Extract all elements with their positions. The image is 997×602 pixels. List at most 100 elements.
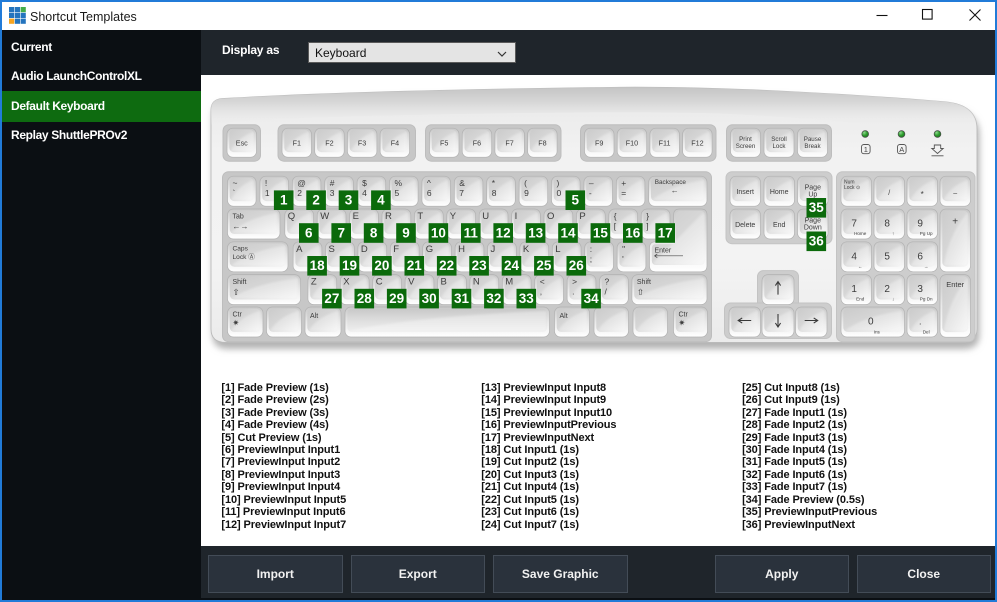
- svg-text:G: G: [426, 244, 433, 255]
- svg-text:↓: ↓: [892, 297, 894, 302]
- svg-text:F2: F2: [325, 139, 333, 148]
- svg-text:25: 25: [536, 258, 552, 273]
- svg-text:?: ?: [605, 277, 610, 287]
- svg-text:<: <: [540, 277, 545, 287]
- svg-text:7: 7: [459, 188, 464, 198]
- svg-text:F5: F5: [440, 139, 448, 148]
- svg-text:>: >: [572, 277, 577, 287]
- svg-text:J: J: [491, 244, 496, 255]
- svg-text:A: A: [296, 244, 303, 255]
- svg-text:Screen: Screen: [736, 143, 756, 150]
- svg-text:W: W: [320, 211, 329, 222]
- svg-text:I: I: [515, 211, 518, 222]
- svg-text:Del: Del: [923, 330, 930, 335]
- svg-text:F7: F7: [505, 139, 513, 148]
- svg-text:F6: F6: [473, 139, 481, 148]
- svg-text:1: 1: [265, 188, 270, 198]
- svg-text:Delete: Delete: [735, 222, 755, 229]
- svg-text:30: 30: [422, 291, 437, 306]
- svg-text:L: L: [555, 244, 560, 255]
- svg-text:Print: Print: [739, 136, 752, 143]
- svg-text:{: {: [614, 211, 617, 221]
- svg-text:Q: Q: [288, 211, 295, 222]
- svg-text:.: .: [572, 287, 574, 297]
- svg-text:7: 7: [337, 225, 345, 240]
- svg-text:Caps: Caps: [233, 245, 249, 252]
- svg-text:): ): [557, 178, 560, 188]
- svg-text:8: 8: [492, 188, 497, 198]
- svg-text:!: !: [265, 178, 267, 188]
- svg-text:*: *: [921, 190, 924, 199]
- svg-text:Pg Dn: Pg Dn: [920, 297, 933, 302]
- svg-text:F: F: [393, 244, 399, 255]
- svg-text:Home: Home: [854, 231, 867, 236]
- svg-text:17: 17: [658, 225, 673, 240]
- svg-text:3: 3: [345, 193, 353, 208]
- svg-text:F8: F8: [538, 139, 546, 148]
- svg-text:11: 11: [464, 225, 479, 240]
- svg-text:,: ,: [540, 287, 542, 297]
- svg-text:←: ←: [671, 186, 679, 195]
- svg-text:Down: Down: [804, 225, 822, 232]
- svg-text:]: ]: [646, 221, 648, 231]
- svg-text:.: .: [919, 317, 922, 327]
- svg-text:9: 9: [524, 188, 529, 198]
- svg-text:6: 6: [305, 225, 313, 240]
- svg-text:#: #: [330, 178, 335, 188]
- svg-text:1: 1: [864, 145, 868, 154]
- svg-text:1: 1: [851, 284, 857, 295]
- svg-text:V: V: [408, 277, 415, 288]
- svg-text:←→: ←→: [233, 222, 249, 231]
- svg-text:=: =: [621, 188, 626, 198]
- svg-text:Pg Up: Pg Up: [920, 231, 933, 236]
- svg-text:O: O: [547, 211, 554, 222]
- svg-text:;: ;: [590, 254, 592, 264]
- svg-text:F4: F4: [391, 139, 399, 148]
- svg-text:12: 12: [496, 225, 511, 240]
- svg-text:5: 5: [884, 251, 890, 262]
- svg-text:33: 33: [519, 291, 535, 306]
- svg-text:Ctr: Ctr: [233, 312, 243, 319]
- svg-text:Enter: Enter: [946, 280, 964, 289]
- svg-text:": ": [622, 244, 625, 254]
- svg-text:Enter: Enter: [655, 247, 672, 254]
- svg-text:Esc: Esc: [236, 139, 248, 148]
- svg-text:K: K: [523, 244, 530, 255]
- svg-text:+: +: [621, 178, 626, 188]
- svg-text:18: 18: [310, 258, 326, 273]
- svg-text:F12: F12: [691, 139, 703, 148]
- svg-text:8: 8: [884, 219, 890, 230]
- svg-text::: :: [590, 244, 592, 254]
- svg-text:23: 23: [472, 258, 488, 273]
- svg-text:6: 6: [917, 251, 923, 262]
- svg-text:Ctr: Ctr: [679, 312, 689, 319]
- svg-text:Z: Z: [311, 277, 317, 288]
- svg-text:21: 21: [407, 258, 423, 273]
- svg-text:2: 2: [312, 193, 320, 208]
- svg-text:14: 14: [560, 225, 576, 240]
- svg-text:Lock Ⓐ: Lock Ⓐ: [233, 253, 256, 261]
- svg-text:End: End: [856, 297, 865, 302]
- svg-text:N: N: [473, 277, 480, 288]
- svg-text:7: 7: [851, 219, 857, 230]
- svg-text:U: U: [482, 211, 489, 222]
- svg-text:Scroll: Scroll: [771, 136, 786, 143]
- svg-text:Backspace: Backspace: [655, 179, 687, 186]
- svg-text:Break: Break: [804, 143, 821, 150]
- svg-text:Shift: Shift: [233, 279, 247, 286]
- svg-text:←: ←: [858, 264, 863, 269]
- svg-text:4: 4: [377, 193, 385, 208]
- svg-text:31: 31: [454, 291, 470, 306]
- svg-text:22: 22: [439, 258, 454, 273]
- svg-text:5: 5: [395, 188, 400, 198]
- svg-text:&: &: [459, 178, 465, 188]
- svg-text:10: 10: [431, 225, 446, 240]
- svg-text:0: 0: [868, 317, 874, 328]
- svg-text:Home: Home: [770, 189, 789, 196]
- svg-text:2: 2: [884, 284, 890, 295]
- svg-text:Ins: Ins: [874, 330, 881, 335]
- svg-text:End: End: [773, 222, 786, 229]
- svg-text:9: 9: [402, 225, 410, 240]
- svg-text:A: A: [899, 145, 904, 154]
- svg-text:}: }: [646, 211, 649, 221]
